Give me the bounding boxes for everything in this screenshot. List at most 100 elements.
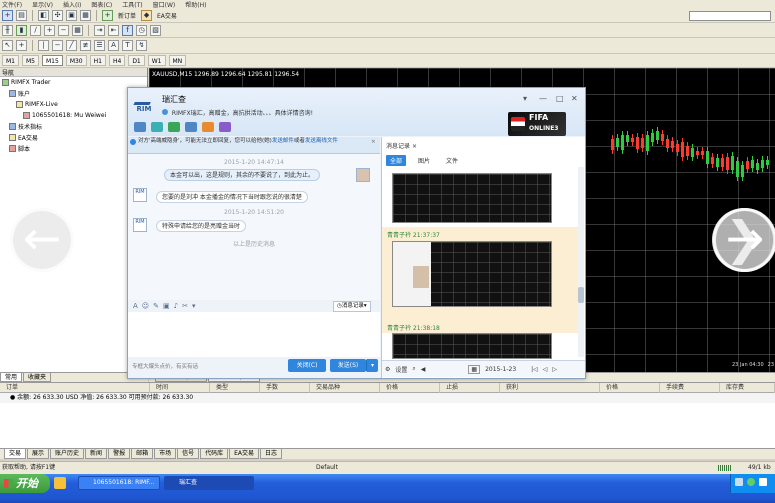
- vertical-line-icon[interactable]: |: [38, 40, 49, 51]
- templates-icon[interactable]: ▧: [150, 24, 161, 36]
- navigator-icon[interactable]: ▣: [66, 10, 77, 21]
- timeframe-button[interactable]: M15: [42, 55, 63, 66]
- menu-item[interactable]: 文件(F): [2, 0, 22, 9]
- left-arrow-button[interactable]: ←: [10, 208, 74, 272]
- timeframe-button[interactable]: MN: [168, 55, 187, 66]
- bar-chart-icon[interactable]: ╫: [2, 24, 13, 36]
- terminal-column-header[interactable]: 库存费: [720, 383, 775, 393]
- settings-icon[interactable]: ⚙: [385, 366, 390, 373]
- maximize-icon[interactable]: □: [556, 94, 564, 103]
- horizontal-line-icon[interactable]: −: [52, 40, 63, 51]
- new-chart-icon[interactable]: +: [2, 10, 13, 21]
- timeframe-button[interactable]: H4: [108, 55, 126, 66]
- terminal-column-header[interactable]: 订单: [0, 383, 150, 393]
- candlestick-icon[interactable]: ▮: [16, 24, 27, 36]
- calendar-icon[interactable]: ▦: [468, 364, 481, 374]
- minimize-icon[interactable]: —: [539, 94, 547, 103]
- dropdown-icon[interactable]: ▾: [523, 94, 527, 103]
- indicators-icon[interactable]: f: [122, 24, 133, 36]
- terminal-tab[interactable]: 市场: [154, 449, 177, 459]
- settings-label[interactable]: 设置: [395, 365, 407, 374]
- terminal-column-header[interactable]: 类型: [210, 383, 260, 393]
- history-tab[interactable]: 全部: [386, 155, 407, 166]
- history-image-thumbnail[interactable]: [392, 241, 552, 307]
- send-options-icon[interactable]: ▾: [366, 359, 378, 372]
- new-order-button[interactable]: 新订单: [116, 11, 138, 20]
- fifa-online-banner[interactable]: FIFA ONLINE3: [508, 112, 566, 136]
- chart-shift-icon[interactable]: ⇤: [108, 24, 119, 36]
- navigator-tab[interactable]: 收藏夹: [23, 373, 52, 382]
- history-tab[interactable]: 图片: [414, 155, 434, 166]
- send-button[interactable]: 发送(S): [330, 359, 366, 372]
- timeframe-button[interactable]: W1: [147, 55, 166, 66]
- scroll-thumb[interactable]: [578, 287, 584, 303]
- terminal-column-header[interactable]: 止损: [440, 383, 500, 393]
- menu-item[interactable]: 窗口(W): [153, 0, 176, 9]
- terminal-tab[interactable]: 警报: [108, 449, 131, 459]
- navigator-item[interactable]: RIMFX Trader: [0, 77, 147, 88]
- navigator-item[interactable]: 账户: [0, 88, 147, 99]
- trendline-icon[interactable]: ╱: [66, 40, 77, 51]
- send-email-link[interactable]: 发送邮件: [272, 138, 294, 144]
- timeframe-button[interactable]: M30: [65, 55, 87, 66]
- terminal-icon[interactable]: ▦: [80, 10, 91, 21]
- volume-icon[interactable]: ◀: [421, 366, 426, 373]
- label-icon[interactable]: T: [122, 40, 133, 51]
- timeframe-button[interactable]: M5: [22, 55, 39, 66]
- arrows-icon[interactable]: ↯: [136, 40, 147, 51]
- terminal-column-header[interactable]: 获利: [500, 383, 600, 393]
- terminal-tab[interactable]: 邮箱: [131, 449, 154, 459]
- prev-page-icon[interactable]: ◁: [543, 366, 548, 373]
- history-image-thumbnail[interactable]: [392, 333, 552, 359]
- history-scrollbar[interactable]: [578, 167, 584, 357]
- video-call-icon[interactable]: [151, 122, 163, 132]
- terminal-tab[interactable]: 展示: [27, 449, 50, 459]
- taskbar-item-chat[interactable]: 瑞汇查: [164, 476, 254, 490]
- terminal-tab[interactable]: 交易: [4, 449, 27, 459]
- screenshot-icon[interactable]: ✂: [182, 302, 188, 310]
- navigator-item[interactable]: EA交易: [0, 132, 147, 143]
- ea-trading-button[interactable]: EA交易: [155, 11, 179, 20]
- emoji-icon[interactable]: ☺: [142, 302, 149, 310]
- terminal-column-header[interactable]: 交易品种: [310, 383, 380, 393]
- close-chat-button[interactable]: 关闭(C): [288, 359, 326, 372]
- start-button[interactable]: 开始: [0, 474, 50, 493]
- data-window-icon[interactable]: ✣: [52, 10, 63, 21]
- tray-app-icon[interactable]: [747, 478, 755, 486]
- navigator-item[interactable]: RIMFX-Live: [0, 99, 147, 110]
- taskbar-item-terminal[interactable]: 1065501618: RIMF...: [78, 476, 160, 490]
- terminal-column-header[interactable]: 手续费: [660, 383, 720, 393]
- new-order-icon[interactable]: +: [102, 10, 113, 21]
- message-history-button[interactable]: ◷消息记录▾: [333, 301, 371, 312]
- crosshair-icon[interactable]: +: [16, 40, 27, 51]
- cursor-icon[interactable]: ↖: [2, 40, 13, 51]
- menu-item[interactable]: 工具(T): [122, 0, 142, 9]
- close-icon[interactable]: ✕: [571, 94, 578, 103]
- message-input[interactable]: [128, 312, 380, 357]
- navigator-item[interactable]: 脚本: [0, 143, 147, 154]
- terminal-column-header[interactable]: 价格: [600, 383, 660, 393]
- navigator-item[interactable]: 1065501618: Mu Weiwei: [0, 110, 147, 121]
- screen-share-icon[interactable]: [185, 122, 197, 132]
- navigator-item[interactable]: 技术指标: [0, 121, 147, 132]
- image-icon[interactable]: ▣: [163, 302, 170, 310]
- tray-volume-icon[interactable]: [759, 478, 767, 486]
- line-chart-icon[interactable]: ∕: [30, 24, 41, 36]
- expert-advisor-icon[interactable]: ◆: [141, 10, 153, 21]
- history-tab[interactable]: 文件: [442, 155, 462, 166]
- send-offline-file-link[interactable]: 发送离线文件: [305, 138, 338, 144]
- terminal-tab[interactable]: 账户历史: [50, 449, 85, 459]
- terminal-tab[interactable]: 新闻: [85, 449, 108, 459]
- nudge-icon[interactable]: ✎: [153, 302, 159, 310]
- timeframe-button[interactable]: D1: [128, 55, 145, 66]
- text-icon[interactable]: A: [108, 40, 119, 51]
- terminal-tab[interactable]: 信号: [177, 449, 200, 459]
- voice-call-icon[interactable]: [168, 122, 180, 132]
- zoom-in-icon[interactable]: +: [44, 24, 55, 36]
- terminal-tab[interactable]: 代码库: [200, 449, 229, 459]
- periods-icon[interactable]: ◷: [136, 24, 147, 36]
- channel-icon[interactable]: ≢: [80, 40, 91, 51]
- voice-icon[interactable]: ♪: [174, 302, 178, 310]
- right-arrow-button[interactable]: →: [713, 208, 775, 272]
- next-page-icon[interactable]: ▷: [552, 366, 557, 373]
